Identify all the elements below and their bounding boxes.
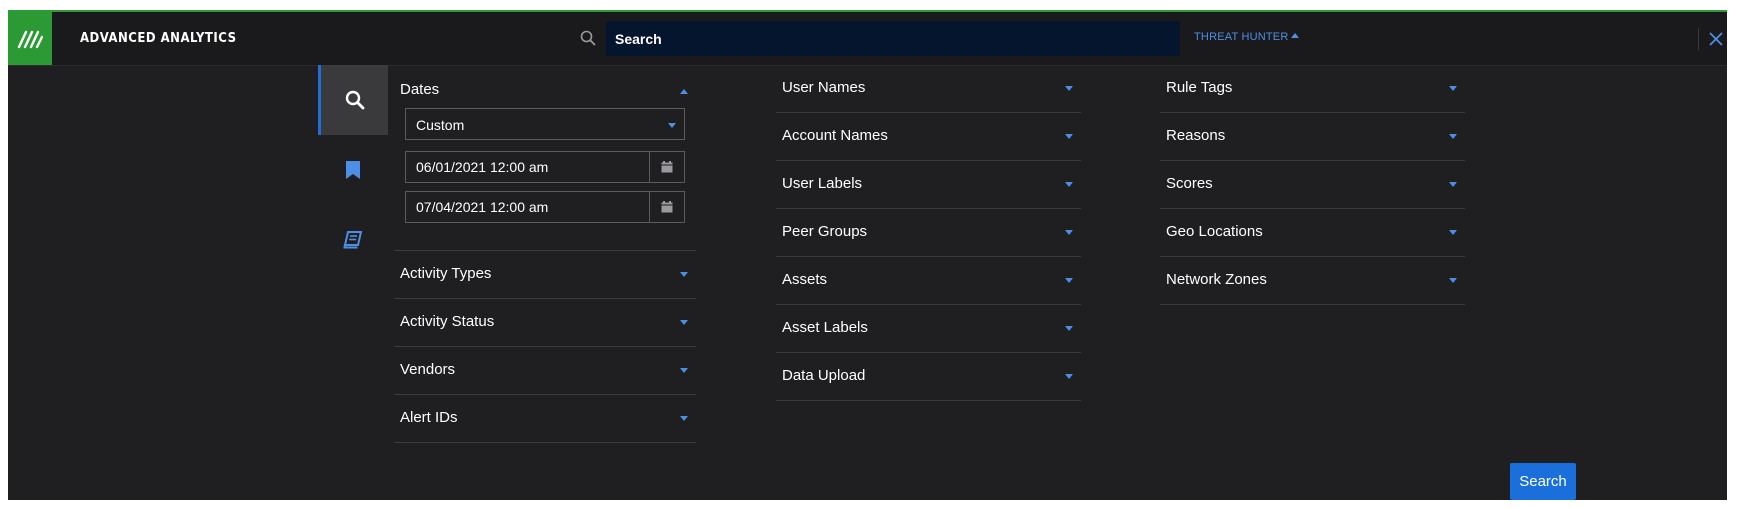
filter-label: Assets [782,271,828,288]
threat-hunter-label: THREAT HUNTER [1194,31,1289,43]
rail-library-tab[interactable] [318,205,388,275]
divider [1698,28,1699,50]
filter-label: Rule Tags [1166,79,1233,96]
search-icon [580,30,596,46]
chevron-down-icon [1065,182,1073,187]
end-date-input[interactable] [406,192,651,222]
filter-label: Activity Types [400,265,492,282]
chevron-down-icon [680,416,688,421]
app-title: ADVANCED ANALYTICS [80,31,237,46]
chevron-down-icon [1065,278,1073,283]
filter-label: Data Upload [782,367,866,384]
dates-filter-header[interactable]: Dates [394,65,696,108]
filter-label: User Names [782,79,866,96]
filter-activity-types[interactable]: Activity Types [394,251,696,299]
filter-label: Alert IDs [400,409,458,426]
chevron-down-icon [1449,86,1457,91]
filter-reasons[interactable]: Reasons [1160,113,1465,161]
chevron-down-icon [680,320,688,325]
filter-activity-status[interactable]: Activity Status [394,299,696,347]
app-window: ADVANCED ANALYTICS THREAT HUNTER [8,10,1727,500]
chevron-down-icon [1065,134,1073,139]
dates-filter: Dates Custom [394,65,696,251]
filter-column-2: User Names Account Names User Labels Pee… [776,65,1081,401]
chevron-down-icon [680,272,688,277]
filter-column-1: Dates Custom Activity Types [394,65,696,443]
filter-column-3: Rule Tags Reasons Scores Geo Locations N… [1160,65,1465,305]
chevron-down-icon [1065,326,1073,331]
dates-label: Dates [400,81,440,98]
end-date-field [405,191,685,223]
chevron-down-icon [1065,374,1073,379]
filter-label: Reasons [1166,127,1226,144]
filter-data-upload[interactable]: Data Upload [776,353,1081,401]
filter-label: Geo Locations [1166,223,1263,240]
filter-label: Account Names [782,127,888,144]
top-bar: ADVANCED ANALYTICS THREAT HUNTER [8,12,1727,66]
filter-vendors[interactable]: Vendors [394,347,696,395]
filter-label: Network Zones [1166,271,1267,288]
calendar-icon[interactable] [649,152,684,182]
chevron-down-icon [680,368,688,373]
date-range-value: Custom [416,117,465,133]
filter-label: Asset Labels [782,319,868,336]
chevron-down-icon [1449,230,1457,235]
calendar-icon[interactable] [649,192,684,222]
filter-label: Scores [1166,175,1213,192]
close-icon[interactable] [1706,29,1726,49]
chevron-down-icon [1449,134,1457,139]
book-icon [343,231,363,249]
rail-search-tab[interactable] [318,65,388,135]
chevron-down-icon [1065,86,1073,91]
bookmark-icon [346,161,360,179]
chevron-down-icon [668,123,676,128]
filter-peer-groups[interactable]: Peer Groups [776,209,1081,257]
filter-geo-locations[interactable]: Geo Locations [1160,209,1465,257]
filter-assets[interactable]: Assets [776,257,1081,305]
filter-label: User Labels [782,175,863,192]
filter-user-names[interactable]: User Names [776,65,1081,113]
filter-account-names[interactable]: Account Names [776,113,1081,161]
filter-label: Vendors [400,361,456,378]
rail-bookmarks-tab[interactable] [318,135,388,205]
filter-asset-labels[interactable]: Asset Labels [776,305,1081,353]
filter-alert-ids[interactable]: Alert IDs [394,395,696,443]
start-date-input[interactable] [406,152,651,182]
caret-up-icon [1291,33,1300,38]
exabeam-logo-icon[interactable] [8,12,52,65]
threat-hunter-menu[interactable]: THREAT HUNTER [1194,31,1300,43]
filter-scores[interactable]: Scores [1160,161,1465,209]
search-button[interactable]: Search [1510,463,1576,500]
search-icon [345,90,364,110]
global-search-input[interactable] [606,21,1180,56]
filter-label: Peer Groups [782,223,868,240]
filter-user-labels[interactable]: User Labels [776,161,1081,209]
start-date-field [405,151,685,183]
date-range-select[interactable]: Custom [405,108,685,140]
filter-rule-tags[interactable]: Rule Tags [1160,65,1465,113]
chevron-down-icon [1065,230,1073,235]
chevron-down-icon [1449,182,1457,187]
chevron-down-icon [1449,278,1457,283]
filter-network-zones[interactable]: Network Zones [1160,257,1465,305]
filter-label: Activity Status [400,313,495,330]
caret-up-icon [680,89,688,94]
